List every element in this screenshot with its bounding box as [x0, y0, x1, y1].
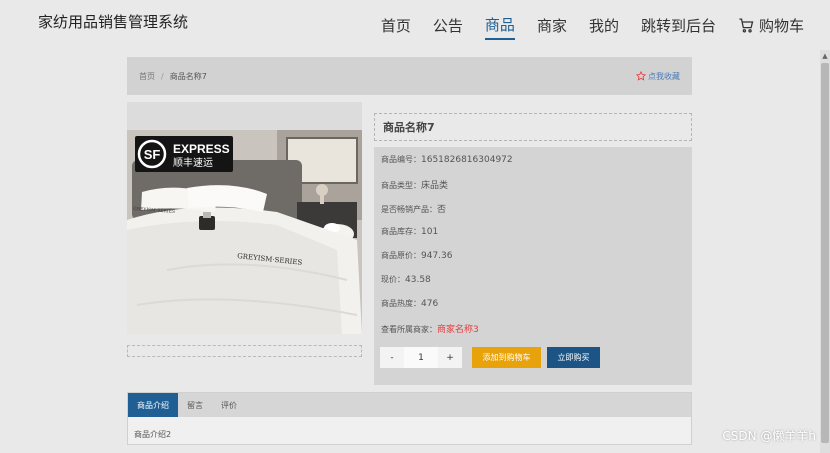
favorite-label: 点我收藏 — [648, 71, 680, 81]
breadcrumb-separator: / — [161, 71, 164, 81]
quantity-stepper: - 1 + — [380, 347, 462, 368]
brand-text: EXPRESS — [173, 142, 230, 156]
favorite-button[interactable]: 点我收藏 — [636, 71, 680, 82]
bedding-photo-illustration: SF EXPRESS 顺丰速运 GREYISM·SERIES GREYISM·S… — [127, 130, 362, 334]
tab-reviews[interactable]: 评价 — [212, 393, 246, 417]
info-row-original-price: 商品原价：947.36 — [381, 250, 453, 261]
info-value: 947.36 — [421, 251, 453, 261]
product-image-panel: SF EXPRESS 顺丰速运 GREYISM·SERIES GREYISM·S… — [127, 102, 362, 334]
watermark: CSDN @懒羊羊h — [722, 429, 816, 443]
product-image[interactable]: SF EXPRESS 顺丰速运 GREYISM·SERIES GREYISM·S… — [127, 130, 362, 334]
info-row-stock: 商品库存：101 — [381, 226, 438, 237]
buy-now-button[interactable]: 立即购买 — [547, 347, 600, 368]
info-row-type: 商品类型：床品类 — [381, 178, 448, 191]
info-row-popularity: 商品热度：476 — [381, 298, 438, 309]
nav-merchants[interactable]: 商家 — [537, 15, 567, 39]
info-label: 商品编号： — [381, 155, 421, 164]
info-label: 现价： — [381, 275, 405, 284]
info-value: 101 — [421, 227, 439, 237]
nav-mine[interactable]: 我的 — [589, 15, 619, 39]
breadcrumb-current: 商品名称7 — [169, 71, 207, 81]
detail-tabs-panel: 商品介绍 留言 评价 商品介绍2 — [127, 392, 692, 445]
info-value: 1651826816304972 — [421, 155, 513, 165]
tab-bar: 商品介绍 留言 评价 — [128, 393, 691, 417]
nav-notice[interactable]: 公告 — [433, 15, 463, 39]
main-nav: 首页 公告 商品 商家 我的 跳转到后台 购物车 — [359, 14, 804, 40]
info-label: 商品库存： — [381, 227, 421, 236]
nav-admin[interactable]: 跳转到后台 — [641, 15, 716, 39]
brand-text-cn: 顺丰速运 — [173, 156, 213, 169]
tab-product-intro[interactable]: 商品介绍 — [128, 393, 178, 417]
increase-button[interactable]: + — [438, 347, 462, 368]
nav-home[interactable]: 首页 — [381, 15, 411, 39]
quantity-input[interactable]: 1 — [404, 347, 438, 368]
info-label: 商品类型： — [381, 181, 421, 190]
breadcrumb-home[interactable]: 首页 — [139, 71, 155, 82]
scrollbar-thumb[interactable] — [821, 63, 829, 443]
product-info-panel: 商品编号：1651826816304972 商品类型：床品类 是否畅销产品：否 … — [374, 147, 692, 385]
info-value: 476 — [421, 299, 439, 309]
top-header: 家纺用品销售管理系统 首页 公告 商品 商家 我的 跳转到后台 购物车 — [0, 0, 820, 50]
svg-text:SF: SF — [144, 147, 161, 162]
info-row-merchant: 查看所属商家：商家名称3 — [381, 322, 479, 335]
info-label: 是否畅销产品： — [381, 205, 437, 214]
info-label: 商品原价： — [381, 251, 421, 260]
nav-products[interactable]: 商品 — [484, 14, 515, 40]
thumbnail-strip — [127, 345, 362, 357]
site-title: 家纺用品销售管理系统 — [38, 13, 189, 31]
tab-messages[interactable]: 留言 — [178, 393, 212, 417]
info-value: 否 — [437, 205, 447, 215]
info-label: 商品热度： — [381, 299, 421, 308]
info-row-bestseller: 是否畅销产品：否 — [381, 202, 446, 215]
info-row-current-price: 现价：43.58 — [381, 274, 431, 285]
info-value: 床品类 — [421, 181, 449, 191]
nav-cart[interactable]: 购物车 — [738, 15, 804, 39]
info-label: 查看所属商家： — [381, 325, 437, 334]
cart-label: 购物车 — [758, 17, 804, 35]
info-value: 43.58 — [405, 275, 431, 285]
merchant-link[interactable]: 商家名称3 — [437, 325, 479, 335]
scroll-up-arrow-icon[interactable]: ▲ — [821, 51, 829, 61]
decrease-button[interactable]: - — [380, 347, 404, 368]
product-name: 商品名称7 — [374, 113, 692, 141]
breadcrumb: 首页 / 商品名称7 — [139, 71, 207, 82]
breadcrumb-bar: 首页 / 商品名称7 点我收藏 — [127, 57, 692, 95]
add-to-cart-button[interactable]: 添加到购物车 — [472, 347, 541, 368]
tab-content: 商品介绍2 — [134, 430, 172, 439]
info-row-id: 商品编号：1651826816304972 — [381, 154, 513, 165]
star-icon — [636, 71, 646, 81]
cart-icon — [739, 18, 754, 33]
